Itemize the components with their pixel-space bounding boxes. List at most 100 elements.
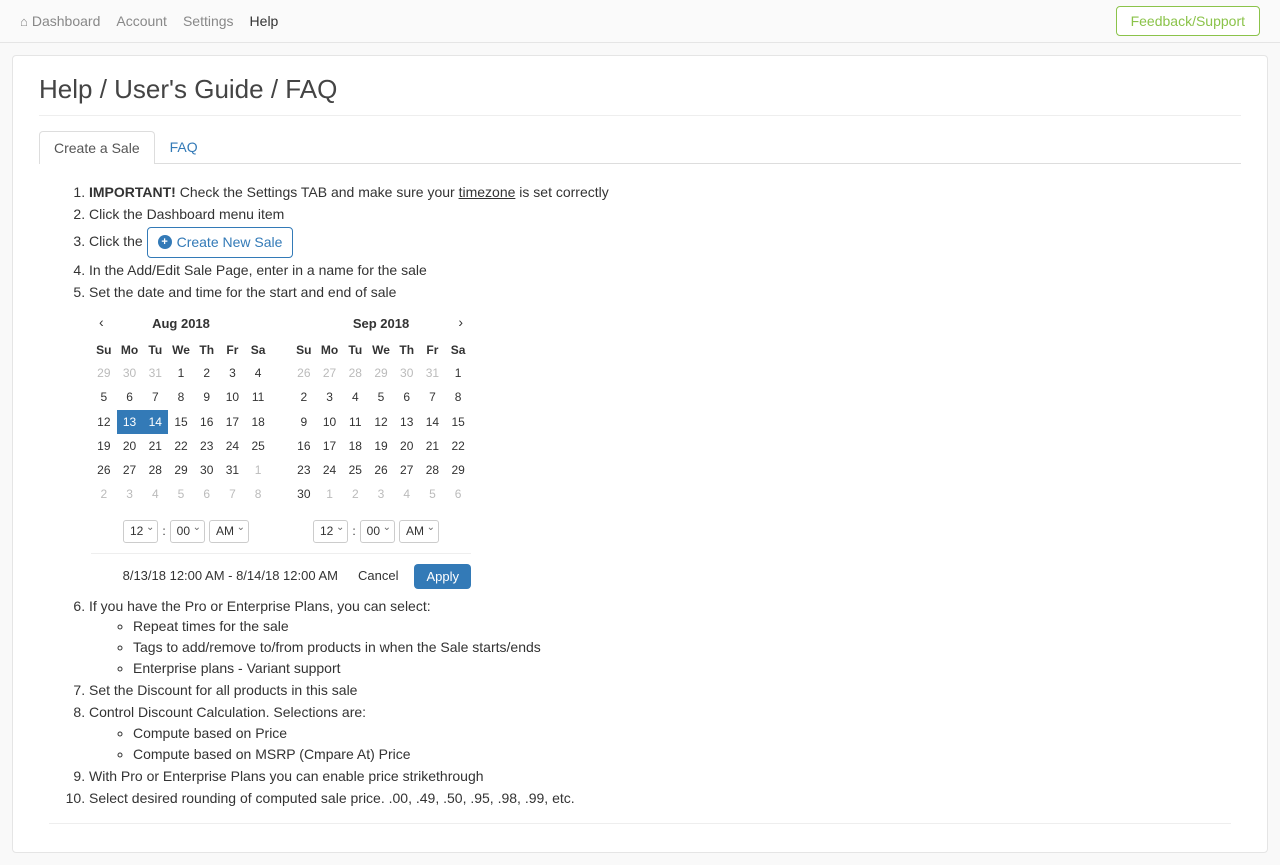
calendar-day[interactable]: 30 <box>194 458 220 482</box>
calendar-day[interactable]: 8 <box>168 385 194 409</box>
calendar-day[interactable]: 31 <box>420 361 446 385</box>
calendar-day[interactable]: 24 <box>220 434 246 458</box>
apply-button[interactable]: Apply <box>414 564 471 589</box>
calendar-day[interactable]: 28 <box>142 458 168 482</box>
calendar-day[interactable]: 23 <box>194 434 220 458</box>
calendar-day[interactable]: 28 <box>342 361 368 385</box>
calendar-day[interactable]: 3 <box>368 482 394 506</box>
start-min-select[interactable]: 00 <box>170 520 205 542</box>
calendar-day[interactable]: 26 <box>368 458 394 482</box>
calendar-day[interactable]: 7 <box>142 385 168 409</box>
prev-month-icon[interactable]: ‹ <box>99 313 104 332</box>
start-hour-select[interactable]: 12 <box>123 520 158 542</box>
calendar-day[interactable]: 9 <box>194 385 220 409</box>
calendar-day[interactable]: 1 <box>445 361 471 385</box>
calendar-day[interactable]: 22 <box>168 434 194 458</box>
feedback-button[interactable]: Feedback/Support <box>1116 6 1260 36</box>
calendar-day[interactable]: 30 <box>291 482 317 506</box>
calendar-day[interactable]: 10 <box>317 410 343 434</box>
calendar-day[interactable]: 27 <box>394 458 420 482</box>
calendar-day[interactable]: 8 <box>445 385 471 409</box>
calendar-day[interactable]: 2 <box>91 482 117 506</box>
tab-faq[interactable]: FAQ <box>155 130 213 163</box>
tab-create-sale[interactable]: Create a Sale <box>39 131 155 164</box>
start-ampm-select[interactable]: AM <box>209 520 249 542</box>
calendar-day[interactable]: 3 <box>317 385 343 409</box>
calendar-day[interactable]: 15 <box>168 410 194 434</box>
calendar-day[interactable]: 19 <box>368 434 394 458</box>
calendar-day[interactable]: 29 <box>168 458 194 482</box>
calendar-day[interactable]: 29 <box>368 361 394 385</box>
next-month-icon[interactable]: › <box>458 313 463 332</box>
calendar-day[interactable]: 7 <box>220 482 246 506</box>
calendar-day[interactable]: 13 <box>394 410 420 434</box>
calendar-day[interactable]: 4 <box>394 482 420 506</box>
calendar-day[interactable]: 1 <box>317 482 343 506</box>
calendar-day[interactable]: 5 <box>168 482 194 506</box>
cancel-button[interactable]: Cancel <box>358 567 398 585</box>
calendar-day[interactable]: 14 <box>142 410 168 434</box>
calendar-day[interactable]: 4 <box>142 482 168 506</box>
calendar-day[interactable]: 25 <box>245 434 271 458</box>
calendar-day[interactable]: 18 <box>342 434 368 458</box>
calendar-day[interactable]: 22 <box>445 434 471 458</box>
nav-dashboard[interactable]: ⌂Dashboard <box>20 13 100 29</box>
calendar-day[interactable]: 15 <box>445 410 471 434</box>
calendar-day[interactable]: 19 <box>91 434 117 458</box>
end-min-select[interactable]: 00 <box>360 520 395 542</box>
calendar-day[interactable]: 2 <box>194 361 220 385</box>
calendar-day[interactable]: 4 <box>245 361 271 385</box>
calendar-day[interactable]: 12 <box>368 410 394 434</box>
calendar-day[interactable]: 21 <box>142 434 168 458</box>
calendar-day[interactable]: 6 <box>394 385 420 409</box>
calendar-day[interactable]: 17 <box>220 410 246 434</box>
nav-account[interactable]: Account <box>116 13 167 29</box>
calendar-day[interactable]: 3 <box>220 361 246 385</box>
calendar-day[interactable]: 21 <box>420 434 446 458</box>
calendar-day[interactable]: 2 <box>342 482 368 506</box>
calendar-day[interactable]: 16 <box>194 410 220 434</box>
calendar-day[interactable]: 11 <box>245 385 271 409</box>
calendar-day[interactable]: 28 <box>420 458 446 482</box>
calendar-day[interactable]: 26 <box>91 458 117 482</box>
end-hour-select[interactable]: 12 <box>313 520 348 542</box>
calendar-day[interactable]: 23 <box>291 458 317 482</box>
calendar-day[interactable]: 29 <box>445 458 471 482</box>
calendar-day[interactable]: 5 <box>368 385 394 409</box>
create-new-sale-button[interactable]: + Create New Sale <box>147 227 294 258</box>
end-ampm-select[interactable]: AM <box>399 520 439 542</box>
calendar-day[interactable]: 16 <box>291 434 317 458</box>
calendar-day[interactable]: 13 <box>117 410 143 434</box>
calendar-day[interactable]: 5 <box>420 482 446 506</box>
calendar-day[interactable]: 31 <box>142 361 168 385</box>
calendar-day[interactable]: 14 <box>420 410 446 434</box>
calendar-day[interactable]: 2 <box>291 385 317 409</box>
calendar-day[interactable]: 3 <box>117 482 143 506</box>
calendar-day[interactable]: 27 <box>317 361 343 385</box>
calendar-day[interactable]: 27 <box>117 458 143 482</box>
nav-help[interactable]: Help <box>250 13 279 29</box>
calendar-day[interactable]: 6 <box>117 385 143 409</box>
calendar-day[interactable]: 12 <box>91 410 117 434</box>
calendar-day[interactable]: 26 <box>291 361 317 385</box>
calendar-day[interactable]: 29 <box>91 361 117 385</box>
calendar-day[interactable]: 20 <box>117 434 143 458</box>
calendar-day[interactable]: 1 <box>168 361 194 385</box>
calendar-day[interactable]: 1 <box>245 458 271 482</box>
calendar-day[interactable]: 18 <box>245 410 271 434</box>
calendar-day[interactable]: 30 <box>117 361 143 385</box>
calendar-day[interactable]: 5 <box>91 385 117 409</box>
calendar-day[interactable]: 25 <box>342 458 368 482</box>
calendar-day[interactable]: 4 <box>342 385 368 409</box>
calendar-day[interactable]: 6 <box>445 482 471 506</box>
calendar-day[interactable]: 8 <box>245 482 271 506</box>
nav-settings[interactable]: Settings <box>183 13 234 29</box>
calendar-day[interactable]: 30 <box>394 361 420 385</box>
calendar-day[interactable]: 17 <box>317 434 343 458</box>
calendar-day[interactable]: 9 <box>291 410 317 434</box>
calendar-day[interactable]: 6 <box>194 482 220 506</box>
calendar-day[interactable]: 11 <box>342 410 368 434</box>
calendar-day[interactable]: 20 <box>394 434 420 458</box>
calendar-day[interactable]: 31 <box>220 458 246 482</box>
calendar-day[interactable]: 7 <box>420 385 446 409</box>
